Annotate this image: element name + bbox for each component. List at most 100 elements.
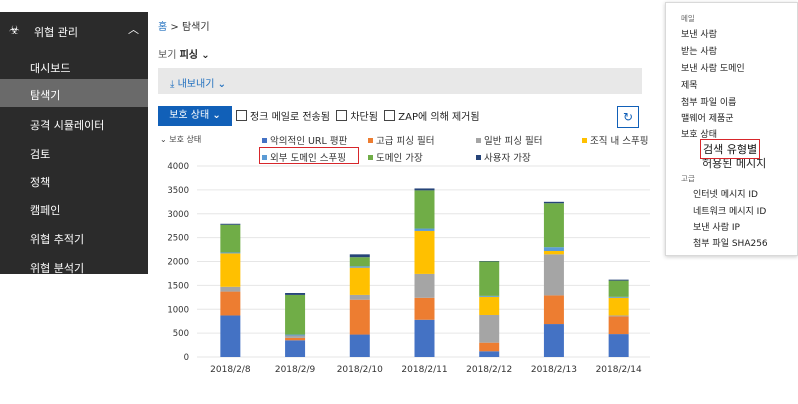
bar-segment [608,315,629,317]
sidebar-item-dashboard[interactable]: 대시보드 [0,52,148,80]
refresh-icon[interactable]: ↻ [617,106,639,128]
bar-segment [349,266,370,268]
y-tick-label: 500 [173,329,189,339]
bar-segment [220,315,241,357]
dropdown-item-search-type[interactable]: 검색 유형별 [700,139,760,159]
bar-segment [220,224,241,253]
bar-segment [608,280,629,297]
sidebar-item-campaign[interactable]: 캠페인 [0,194,148,222]
bar-segment [543,201,564,204]
bar-segment [414,228,435,231]
x-tick-label: 2018/2/8 [210,365,251,375]
breadcrumb-home-link[interactable]: 홈 [158,22,167,33]
sidebar-item-threat-analyzer[interactable]: 위협 분석기 [0,252,148,280]
bar-segment [543,254,564,296]
bar-segment [414,319,435,357]
dropdown-item[interactable]: 인터넷 메시지 ID [693,187,758,200]
bar-segment [608,296,629,298]
checkbox-box[interactable] [336,110,348,121]
protection-status-dropdown-button[interactable]: 보호 상태 ⌄ [158,106,232,126]
checkbox-label: 정크 메일로 전송됨 [250,112,330,123]
dropdown-item[interactable]: 제목 [681,78,698,91]
sidebar: ☣ 위협 관리 ︿ 대시보드 탐색기 공격 시뮬레이터 검토 정책 캠페인 위협… [0,12,148,275]
legend-item[interactable]: 일반 피싱 필터 [476,133,542,147]
dropdown-item[interactable]: 첨부 파일 이름 [681,95,736,108]
checkbox-box[interactable] [384,110,396,121]
dropdown-item[interactable]: 보낸 사람 도메인 [681,61,745,74]
y-tick-label: 0 [184,353,189,363]
x-tick-label: 2018/2/12 [466,365,512,375]
sidebar-item-policy[interactable]: 정책 [0,166,148,194]
checkbox-label: 차단됨 [350,112,378,123]
bar-segment [608,316,629,335]
bar-segment [220,252,241,254]
bar-segment [543,295,564,325]
dropdown-item[interactable]: 받는 사람 [681,44,717,57]
sidebar-item-attack-simulator[interactable]: 공격 시뮬레이터 [0,109,148,137]
x-tick-label: 2018/2/11 [401,365,447,375]
legend-title[interactable]: ⌄ 보호 상태 [160,134,201,145]
sidebar-item-label: 탐색기 [30,89,61,102]
sidebar-item-label: 위협 분석기 [30,262,85,275]
sidebar-item-label: 공격 시뮬레이터 [30,119,105,132]
sidebar-item-label: 검토 [30,148,51,161]
dropdown-item[interactable]: 맬웨어 제품군 [681,111,734,124]
dropdown-item[interactable]: 보낸 사람 IP [693,220,740,233]
sidebar-item-label: 캠페인 [30,204,61,217]
view-value: 피싱 [179,50,198,61]
bar-segment [479,261,500,296]
chevron-down-icon: ⌄ [217,79,226,90]
breadcrumb-current: 탐색기 [181,22,210,33]
sidebar-item-review[interactable]: 검토 [0,138,148,166]
checkbox-junk[interactable]: 정크 메일로 전송됨 [236,110,330,123]
y-tick-label: 4000 [167,162,189,172]
bar-segment [220,253,241,287]
export-label: 내보내기 [177,79,215,90]
dropdown-item[interactable]: 보낸 사람 [681,27,717,40]
bar-segment [414,273,435,298]
bar-segment [479,314,500,343]
bar-segment [285,334,306,336]
chevron-up-icon[interactable]: ︿ [128,21,139,37]
view-selector[interactable]: 보기 피싱 ⌄ [158,46,210,61]
legend-swatch [582,138,587,143]
export-button[interactable]: ⤓ 내보내기 ⌄ [170,75,226,90]
bar-segment [543,247,564,251]
protection-status-label: 보호 상태 [169,110,210,121]
bar-segment [349,254,370,258]
y-tick-label: 1000 [167,305,189,315]
sidebar-header-threat-management[interactable]: ☣ 위협 관리 ︿ [0,12,148,50]
sidebar-item-explorer[interactable]: 탐색기 [0,79,148,107]
bar-segment [220,291,241,316]
bar-segment [608,334,629,357]
dropdown-item[interactable]: 네트워크 메시지 ID [693,204,766,217]
chevron-down-icon: ⌄ [201,50,210,61]
x-tick-label: 2018/2/13 [531,365,577,375]
checkbox-zap[interactable]: ZAP에 의해 제거됨 [384,110,480,123]
checkbox-box[interactable] [236,110,247,121]
bar-segment [220,286,241,292]
bar-segment [285,294,306,335]
legend-item[interactable]: 악의적인 URL 평판 [262,133,347,147]
filter-checkboxes: 정크 메일로 전송됨 차단됨 ZAP에 의해 제거됨 [236,108,480,123]
download-icon: ⤓ [170,79,175,90]
bar-segment [414,190,435,229]
legend-item[interactable]: 고급 피싱 필터 [368,133,434,147]
bar-segment [414,188,435,191]
bar-segment [349,299,370,335]
biohazard-icon: ☣ [9,23,20,37]
bar-segment [285,337,306,341]
legend-swatch [476,138,481,143]
dropdown-item[interactable]: 첨부 파일 SHA256 [693,236,768,249]
chevron-down-icon: ⌄ [212,110,221,121]
checkbox-blocked[interactable]: 차단됨 [336,110,378,123]
dropdown-section-mail: 메일 [681,14,695,23]
dropdown-item-label: 검색 유형별 [703,143,758,156]
bar-segment [349,267,370,295]
view-label: 보기 [158,50,177,61]
bar-segment [285,340,306,357]
sidebar-item-label: 정책 [30,176,51,189]
sidebar-item-threat-tracker[interactable]: 위협 추적기 [0,223,148,251]
bar-segment [349,257,370,267]
legend-item[interactable]: 조직 내 스푸핑 [582,133,648,147]
